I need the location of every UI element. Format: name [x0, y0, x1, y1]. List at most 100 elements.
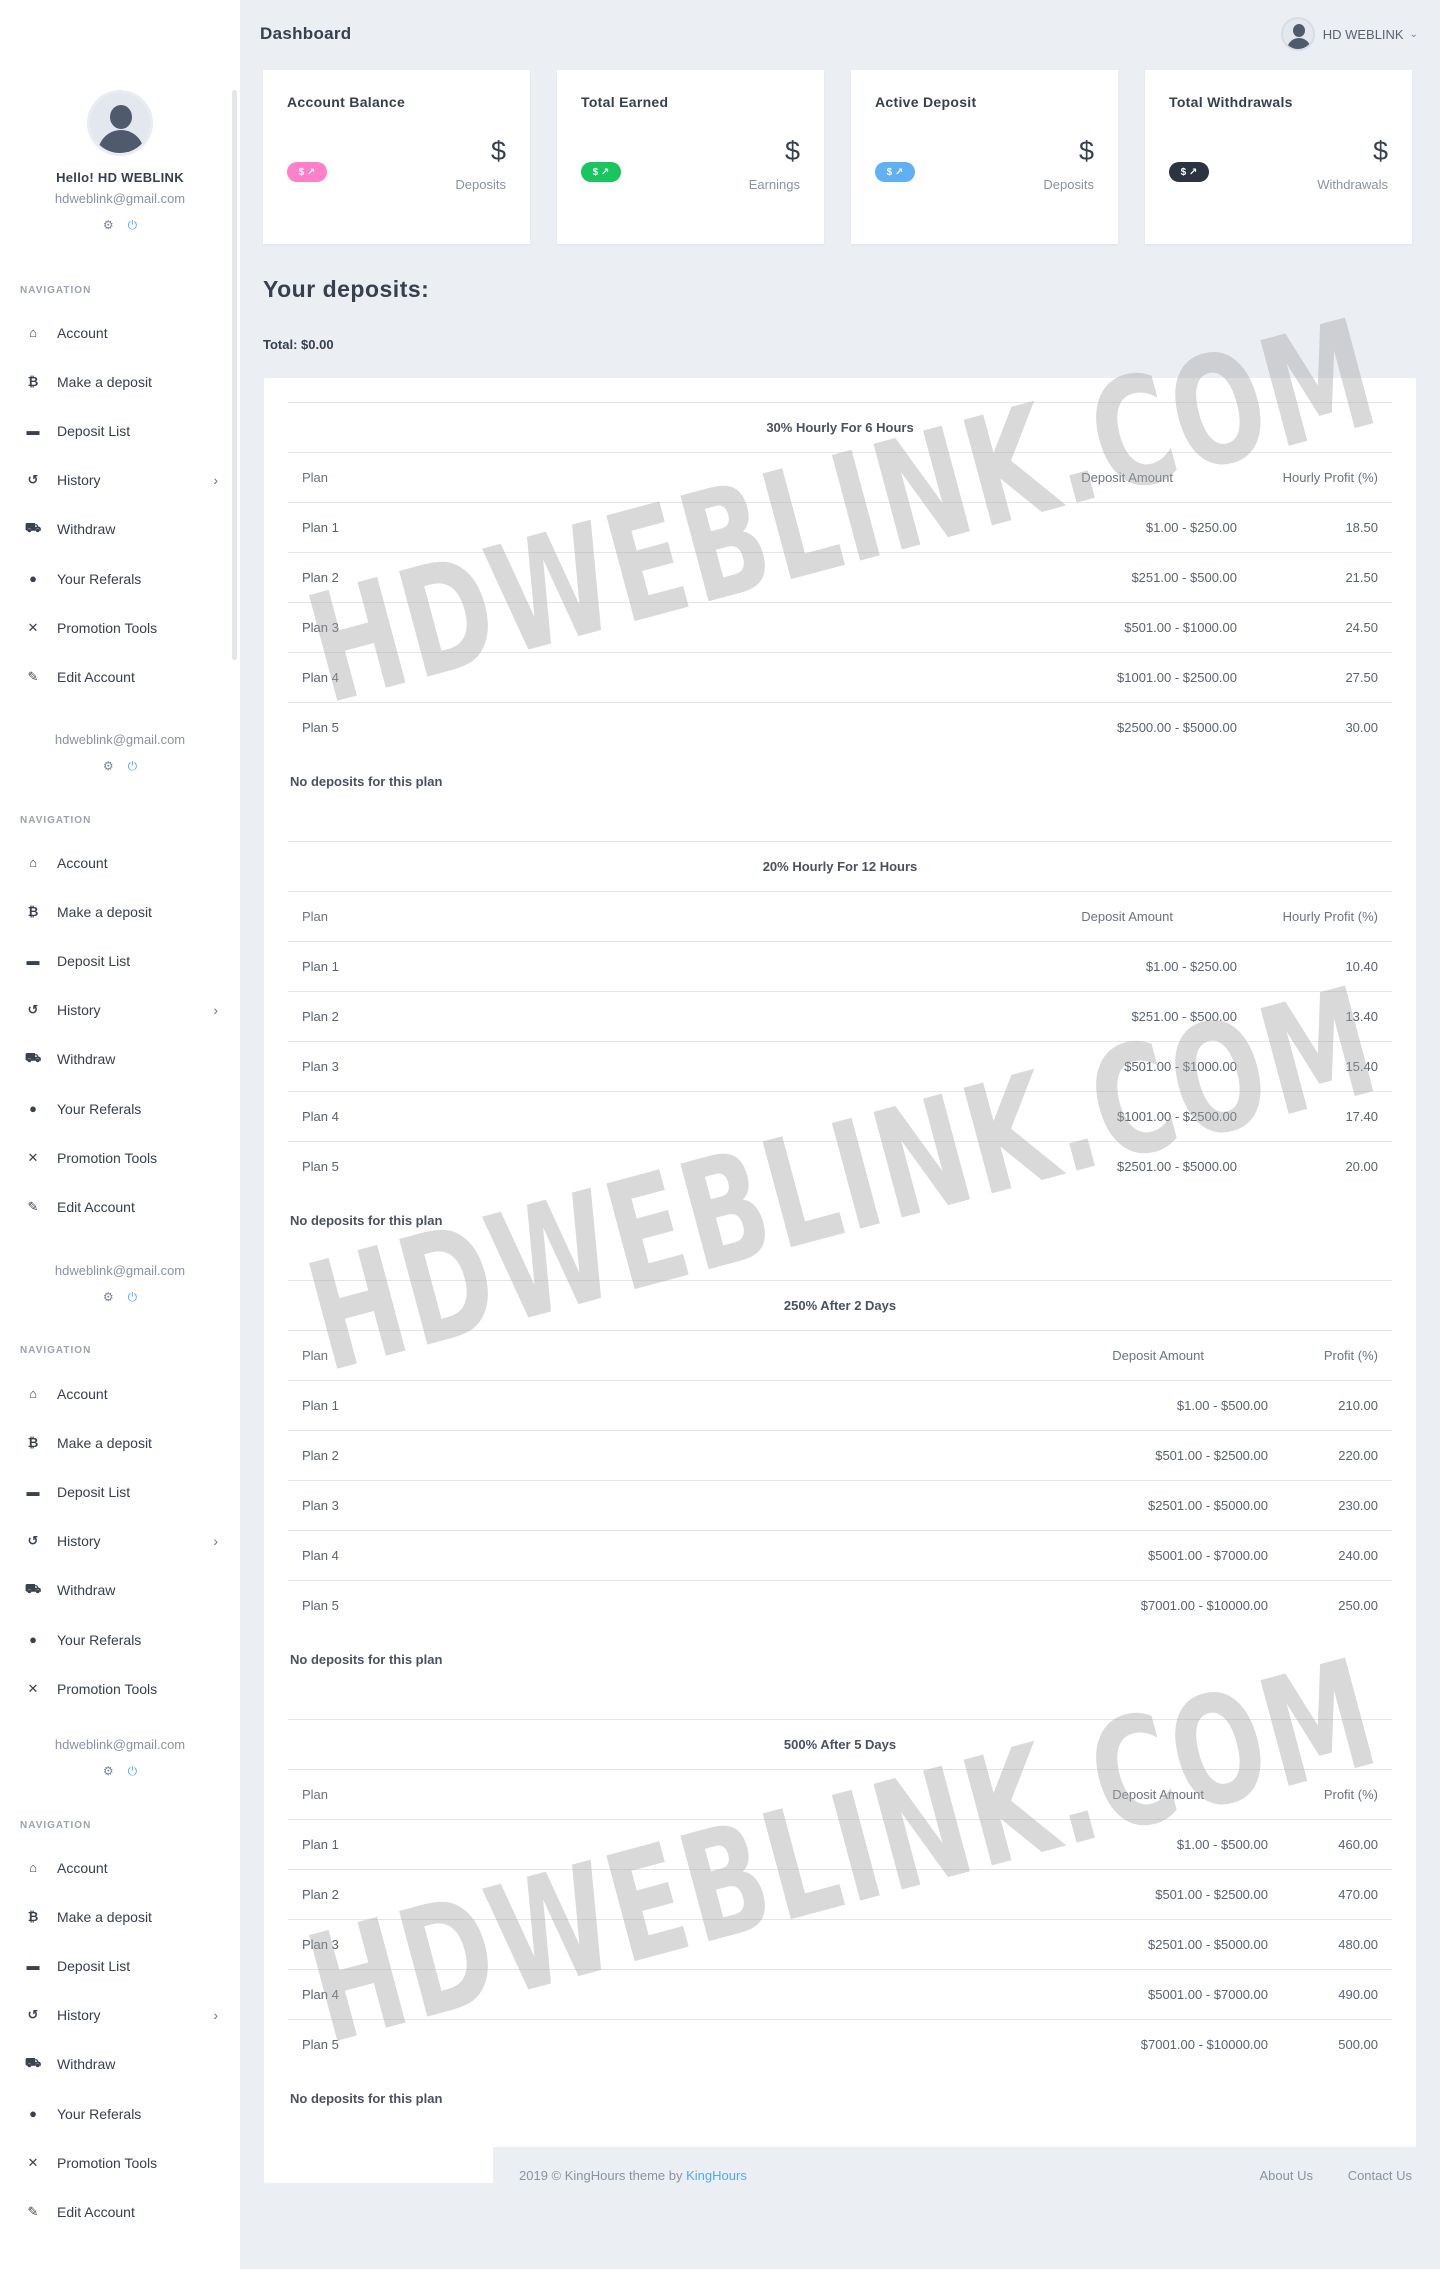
sidebar-item-label: Deposit List: [57, 422, 131, 439]
stat-subtitle: Withdrawals: [1317, 177, 1388, 192]
stat-title: Total Earned: [581, 94, 669, 110]
sidebar-item-your-referals[interactable]: ● Your Referals: [0, 1615, 240, 1664]
user-menu[interactable]: HD WEBLINK ⌄: [1280, 17, 1418, 51]
plan-table: 30% Hourly For 6 Hours Plan Deposit Amount…: [288, 402, 1392, 789]
table-cell: Plan 5: [302, 1598, 339, 1613]
nav-title: NAVIGATION: [20, 1345, 92, 1356]
sidebar-item-make-a-deposit[interactable]: ₿ Make a deposit: [0, 887, 240, 936]
power-icon[interactable]: ⏻: [128, 1764, 138, 1778]
sidebar-item-your-referals[interactable]: ● Your Referals: [0, 1084, 240, 1133]
sidebar-item-account[interactable]: ⌂ Account: [0, 308, 240, 357]
sidebar-item-edit-account[interactable]: ✎ Edit Account: [0, 652, 240, 701]
table-cell: $1001.00 - $2500.00: [1117, 1109, 1237, 1124]
sidebar-item-label: Make a deposit: [57, 1434, 152, 1451]
stat-value: $: [490, 136, 506, 166]
sidebar-item-withdraw[interactable]: ⛟ Withdraw: [0, 1035, 240, 1084]
sidebar-item-history[interactable]: ↺ History ›: [0, 1517, 240, 1566]
contact-link[interactable]: Contact Us: [1348, 2168, 1412, 2183]
sidebar-item-withdraw[interactable]: ⛟ Withdraw: [0, 2040, 240, 2089]
sidebar-item-deposit-list[interactable]: ▬ Deposit List: [0, 1467, 240, 1516]
sidebar-item-edit-account[interactable]: ✎ Edit Account: [0, 1182, 240, 1231]
sidebar-item-label: History: [57, 2007, 101, 2024]
sidebar-item-promotion-tools[interactable]: ✕ Promotion Tools: [0, 2138, 240, 2187]
sidebar-item-withdraw[interactable]: ⛟ Withdraw: [0, 505, 240, 554]
table-row: Plan 2 $501.00 - $2500.00 470.00: [288, 1869, 1392, 1919]
profile-actions: ⚙ ⏻: [0, 759, 240, 774]
table-cell: Plan 1: [302, 1837, 339, 1852]
column-header: Profit (%): [1323, 1348, 1378, 1363]
sidebar-item-history[interactable]: ↺ History ›: [0, 986, 240, 1035]
sidebar-item-make-a-deposit[interactable]: ₿ Make a deposit: [0, 357, 240, 406]
topbar: Dashboard HD WEBLINK ⌄: [240, 0, 1440, 70]
table-cell: Plan 4: [302, 670, 339, 685]
gear-icon[interactable]: ⚙: [103, 1290, 114, 1304]
sidebar-item-account[interactable]: ⌂ Account: [0, 838, 240, 887]
table-cell: Plan 3: [302, 1498, 339, 1513]
sidebar-item-deposit-list[interactable]: ▬ Deposit List: [0, 1941, 240, 1990]
table-cell: $501.00 - $1000.00: [1124, 620, 1237, 635]
table-cell: $1.00 - $500.00: [1176, 1398, 1268, 1413]
users-icon: ●: [29, 2106, 37, 2121]
sidebar-item-label: Make a deposit: [57, 373, 152, 390]
sidebar-item-history[interactable]: ↺ History ›: [0, 456, 240, 505]
bitcoin-icon: ₿: [27, 1909, 39, 1925]
trend-badge: $ ↗: [581, 162, 621, 182]
sidebar-item-label: History: [57, 472, 101, 489]
power-icon[interactable]: ⏻: [128, 1290, 138, 1304]
sidebar-item-history[interactable]: ↺ History ›: [0, 1991, 240, 2040]
stat-value: $: [784, 136, 800, 166]
wallet-icon: ▬: [26, 1958, 40, 1974]
power-icon[interactable]: ⏻: [128, 218, 138, 232]
brand-link[interactable]: KingHours: [686, 2168, 747, 2183]
sidebar-item-promotion-tools[interactable]: ✕ Promotion Tools: [0, 603, 240, 652]
table-cell: $251.00 - $500.00: [1131, 570, 1237, 585]
sidebar-item-deposit-list[interactable]: ▬ Deposit List: [0, 936, 240, 985]
power-icon[interactable]: ⏻: [128, 759, 138, 773]
sidebar-item-promotion-tools[interactable]: ✕ Promotion Tools: [0, 1664, 240, 1713]
sidebar-item-label: Withdraw: [57, 1582, 116, 1599]
sidebar-item-label: Deposit List: [57, 952, 131, 969]
table-cell: 21.50: [1345, 570, 1378, 585]
sidebar-item-your-referals[interactable]: ● Your Referals: [0, 554, 240, 603]
avatar: [1280, 17, 1315, 51]
plan-table: 250% After 2 Days Plan Deposit Amount Profi…: [288, 1280, 1392, 1667]
gear-icon[interactable]: ⚙: [103, 1764, 114, 1778]
sidebar-item-label: History: [57, 1533, 101, 1550]
sidebar-item-your-referals[interactable]: ● Your Referals: [0, 2089, 240, 2138]
column-header: Deposit Amount: [1081, 470, 1173, 485]
sidebar-item-deposit-list[interactable]: ▬ Deposit List: [0, 406, 240, 455]
table-row: Plan 2 $251.00 - $500.00 21.50: [288, 552, 1392, 602]
table-cell: $501.00 - $1000.00: [1124, 1059, 1237, 1074]
profile-actions: ⚙ ⏻: [0, 1764, 240, 1779]
trend-badge: $ ↗: [875, 162, 915, 182]
sidebar-item-account[interactable]: ⌂ Account: [0, 1369, 240, 1418]
stat-subtitle: Earnings: [748, 177, 800, 192]
table-cell: $1.00 - $250.00: [1145, 520, 1237, 535]
table-row: Plan 1 $1.00 - $500.00 210.00: [288, 1380, 1392, 1430]
plan-title: 30% Hourly For 6 Hours: [288, 402, 1392, 452]
sidebar-item-make-a-deposit[interactable]: ₿ Make a deposit: [0, 1892, 240, 1941]
column-header: Profit (%): [1323, 1787, 1378, 1802]
table-cell: $5001.00 - $7000.00: [1148, 1548, 1268, 1563]
wallet-icon: ▬: [26, 1484, 40, 1500]
sidebar-item-withdraw[interactable]: ⛟ Withdraw: [0, 1566, 240, 1615]
gear-icon[interactable]: ⚙: [103, 759, 114, 773]
nav-title: NAVIGATION: [20, 1820, 92, 1831]
gear-icon[interactable]: ⚙: [103, 218, 114, 232]
table-row: Plan 4 $5001.00 - $7000.00 240.00: [288, 1530, 1392, 1580]
table-row: Plan 1 $1.00 - $500.00 460.00: [288, 1819, 1392, 1869]
wallet-icon: ▬: [26, 953, 40, 969]
user-edit-icon: ✎: [27, 1198, 39, 1214]
sidebar-item-promotion-tools[interactable]: ✕ Promotion Tools: [0, 1133, 240, 1182]
table-cell: $5001.00 - $7000.00: [1148, 1987, 1268, 2002]
sidebar-item-edit-account[interactable]: ✎ Edit Account: [0, 2187, 240, 2236]
sidebar-item-account[interactable]: ⌂ Account: [0, 1843, 240, 1892]
sidebar-item-label: Your Referals: [57, 1631, 142, 1648]
about-link[interactable]: About Us: [1260, 2168, 1313, 2183]
bitcoin-icon: ₿: [27, 1435, 39, 1451]
sidebar-item-label: Edit Account: [57, 668, 135, 685]
profile-block: hdweblink@gmail.com ⚙ ⏻: [0, 1257, 240, 1305]
chevron-right-icon: ›: [213, 1532, 218, 1549]
column-header: Hourly Profit (%): [1282, 909, 1378, 924]
sidebar-item-make-a-deposit[interactable]: ₿ Make a deposit: [0, 1418, 240, 1467]
